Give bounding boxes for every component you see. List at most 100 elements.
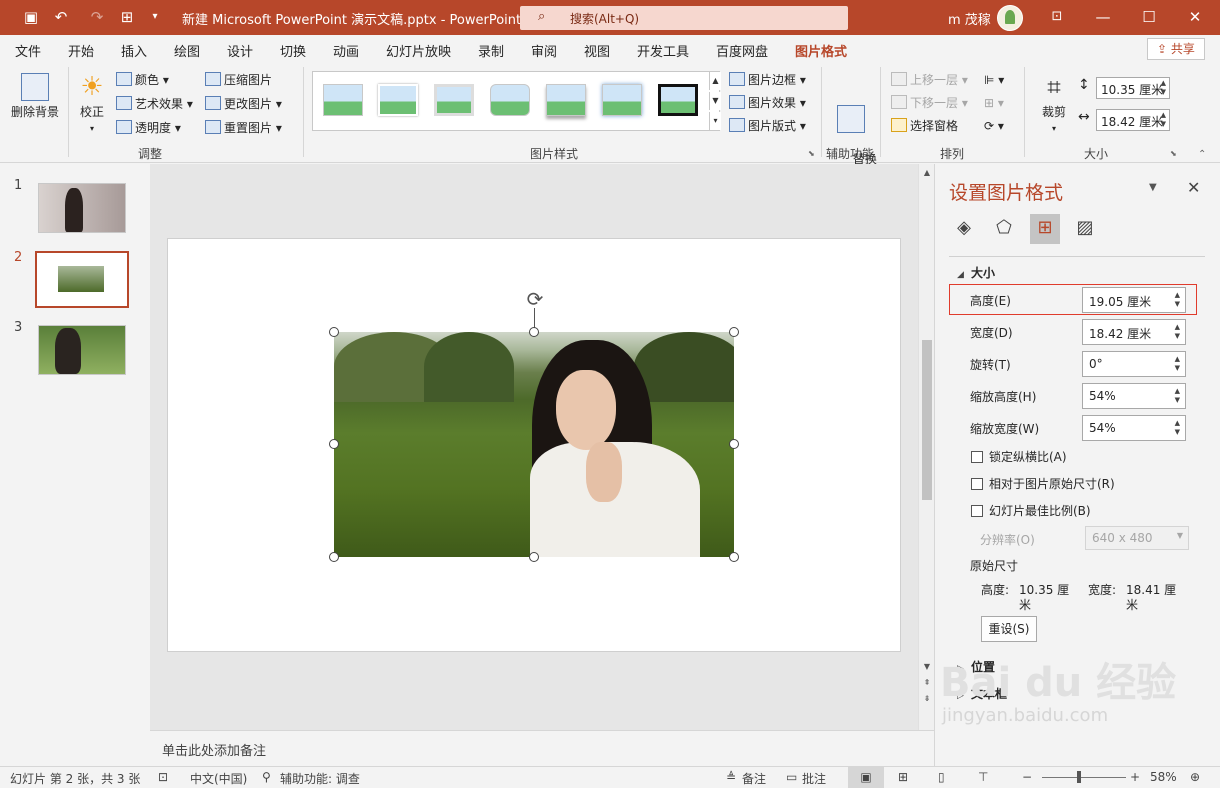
user-name[interactable]: m 茂稼: [948, 9, 991, 28]
size-properties-icon[interactable]: ⊞: [1030, 214, 1060, 244]
scroll-thumb[interactable]: [922, 340, 932, 500]
picture-style-thumb[interactable]: [490, 84, 530, 116]
resize-handle[interactable]: [329, 552, 339, 562]
tab-draw[interactable]: 绘图: [174, 41, 200, 60]
tab-view[interactable]: 视图: [584, 41, 610, 60]
resize-handle[interactable]: [729, 439, 739, 449]
resize-handle[interactable]: [529, 552, 539, 562]
spin-icon[interactable]: ▲ ▼: [1161, 79, 1166, 97]
fit-to-window-icon[interactable]: ⊕: [1190, 770, 1200, 784]
reading-view-icon[interactable]: ▯: [938, 770, 945, 784]
tab-record[interactable]: 录制: [478, 41, 504, 60]
best-scale-checkbox[interactable]: 幻灯片最佳比例(B): [971, 502, 1091, 519]
spin-icon[interactable]: ▲ ▼: [1161, 111, 1166, 129]
tab-file[interactable]: 文件: [15, 41, 41, 60]
share-button[interactable]: ⇪ 共享: [1147, 38, 1205, 60]
picture-style-thumb[interactable]: [434, 84, 474, 116]
resize-handle[interactable]: [329, 439, 339, 449]
zoom-out-icon[interactable]: −: [1022, 770, 1032, 784]
color-button[interactable]: 颜色 ▾: [116, 72, 169, 88]
previous-slide-icon[interactable]: ⇞: [919, 678, 935, 687]
tab-animations[interactable]: 动画: [333, 41, 359, 60]
dialog-launcher-icon[interactable]: ⬊: [808, 149, 815, 158]
corrections-button[interactable]: ☀ 校正 ▾: [74, 73, 110, 136]
scale-height-input[interactable]: 54% ▲ ▼: [1082, 383, 1186, 409]
spin-icon[interactable]: ▲ ▼: [1175, 291, 1180, 309]
picture-border-button[interactable]: 图片边框 ▾: [729, 72, 806, 88]
next-slide-icon[interactable]: ⇟: [919, 694, 935, 703]
ribbon-width-input[interactable]: 18.42 厘米 ▲ ▼: [1096, 109, 1170, 131]
change-picture-button[interactable]: 更改图片 ▾: [205, 96, 282, 112]
search-box[interactable]: ⌕ 搜索(Alt+Q): [520, 6, 848, 30]
fill-line-icon[interactable]: ◈: [949, 214, 979, 244]
spin-icon[interactable]: ▲ ▼: [1175, 419, 1180, 437]
dialog-launcher-icon[interactable]: ⬊: [1170, 149, 1177, 158]
ribbon-display-icon[interactable]: ⊡: [1042, 6, 1072, 28]
picture-style-thumb[interactable]: [602, 84, 642, 116]
align-icon[interactable]: ⊫ ▾: [984, 72, 1004, 88]
picture-layout-button[interactable]: 图片版式 ▾: [729, 118, 806, 134]
customize-qat-icon[interactable]: ▾: [144, 7, 166, 27]
slide-thumbnail-2[interactable]: [35, 251, 129, 308]
language-status[interactable]: 中文(中国): [190, 770, 247, 787]
pane-options-icon[interactable]: ▼: [1149, 182, 1157, 193]
effects-pentagon-icon[interactable]: ⬠: [989, 214, 1019, 244]
tab-slideshow[interactable]: 幻灯片放映: [386, 41, 451, 60]
accessibility-icon[interactable]: ⚲: [262, 770, 271, 784]
gallery-more-icon[interactable]: ▾: [709, 112, 721, 130]
presentation-icon[interactable]: ⊞: [116, 7, 138, 27]
zoom-level[interactable]: 58%: [1150, 770, 1177, 784]
resize-handle[interactable]: [729, 327, 739, 337]
rotate-icon[interactable]: ⟳ ▾: [984, 118, 1004, 134]
gallery-up-icon[interactable]: ▲: [709, 72, 721, 90]
transparency-button[interactable]: 透明度 ▾: [116, 120, 181, 136]
width-input[interactable]: 18.42 厘米 ▲ ▼: [1082, 319, 1186, 345]
slide-thumbnail-3[interactable]: [38, 325, 126, 375]
tab-home[interactable]: 开始: [68, 41, 94, 60]
spin-icon[interactable]: ▲ ▼: [1175, 323, 1180, 341]
gallery-down-icon[interactable]: ▼: [709, 92, 721, 110]
picture-style-thumb[interactable]: [378, 84, 418, 116]
picture-effects-button[interactable]: 图片效果 ▾: [729, 95, 806, 111]
send-backward-button[interactable]: 下移一层 ▾: [891, 95, 968, 111]
normal-view-icon[interactable]: ▣: [848, 767, 884, 788]
spin-icon[interactable]: ▲ ▼: [1175, 387, 1180, 405]
vertical-scrollbar[interactable]: ▲ ▼ ⇞ ⇟: [918, 164, 934, 730]
notes-pane[interactable]: 单击此处添加备注: [150, 730, 934, 766]
relative-original-checkbox[interactable]: 相对于图片原始尺寸(R): [971, 475, 1115, 492]
slide-thumbnail-1[interactable]: [38, 183, 126, 233]
zoom-slider-thumb[interactable]: [1077, 771, 1081, 783]
group-objects-icon[interactable]: ⊞ ▾: [984, 95, 1004, 111]
lock-aspect-checkbox[interactable]: 锁定纵横比(A): [971, 448, 1067, 465]
undo-icon[interactable]: ↶: [50, 7, 72, 27]
picture-style-thumb[interactable]: [546, 84, 586, 116]
scroll-down-icon[interactable]: ▼: [919, 662, 935, 671]
close-icon[interactable]: ✕: [1187, 178, 1200, 197]
tab-baidu-netdisk[interactable]: 百度网盘: [716, 41, 768, 60]
picture-style-thumb[interactable]: [323, 84, 363, 116]
resize-handle[interactable]: [529, 327, 539, 337]
scroll-up-icon[interactable]: ▲: [919, 168, 935, 177]
tab-design[interactable]: 设计: [227, 41, 253, 60]
bring-forward-button[interactable]: 上移一层 ▾: [891, 72, 968, 88]
tab-insert[interactable]: 插入: [121, 41, 147, 60]
rotate-handle-icon[interactable]: ⟳: [524, 288, 546, 310]
close-button[interactable]: ✕: [1180, 6, 1210, 28]
reset-size-button[interactable]: 重设(S): [981, 616, 1037, 642]
compress-pictures-button[interactable]: 压缩图片: [205, 72, 272, 88]
comments-icon[interactable]: ▭: [786, 770, 797, 784]
collapse-ribbon-icon[interactable]: ⌃: [1198, 149, 1206, 160]
ribbon-height-input[interactable]: 10.35 厘米 ▲ ▼: [1096, 77, 1170, 99]
save-icon[interactable]: ▣: [20, 7, 42, 27]
spellcheck-icon[interactable]: ⊡: [158, 770, 168, 784]
notes-toggle[interactable]: 备注: [742, 770, 766, 787]
section-size[interactable]: ◢ 大小: [957, 264, 995, 281]
avatar[interactable]: [997, 5, 1023, 31]
zoom-slider[interactable]: [1042, 777, 1126, 778]
selected-picture[interactable]: [334, 332, 734, 557]
picture-icon[interactable]: ▨: [1070, 214, 1100, 244]
redo-icon[interactable]: ↷: [86, 7, 108, 27]
slideshow-icon[interactable]: ⊤: [978, 770, 988, 784]
tab-picture-format[interactable]: 图片格式: [795, 41, 848, 66]
crop-button[interactable]: ⌗ 裁剪 ▾: [1034, 73, 1074, 136]
